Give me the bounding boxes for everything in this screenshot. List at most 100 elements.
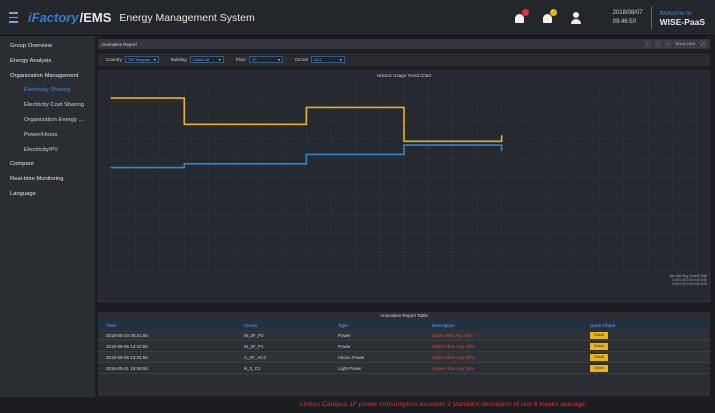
quick-check-button[interactable]: Check (590, 354, 608, 361)
cell-circuit: M_3F_P1 (244, 344, 264, 349)
building-label: Building (170, 57, 187, 62)
column-header[interactable]: Quick Check (590, 323, 616, 328)
divider (650, 7, 652, 29)
filter-bar: Country TW Taoyuan ▾ Building Linkou AI ▾ … (98, 53, 710, 66)
trend-chart-panel: Historic Usage Trend Chart Min Max Avg C… (98, 70, 710, 302)
circuit-label: Circuit (295, 57, 308, 62)
series-point (305, 123, 307, 125)
sidebar-item-energy-analysis[interactable]: Energy Analysis (0, 54, 95, 69)
country-select[interactable]: TW Taoyuan ▾ (124, 56, 159, 63)
sidebar-item-power-hours[interactable]: Power/Hours (0, 128, 95, 143)
series-point (305, 153, 307, 156)
series-point (305, 163, 307, 165)
sidebar-item-real-time-monitoring[interactable]: Real-time Monitoring (0, 172, 95, 187)
stats-line: 0.00 0.00 0.00 0.00 0.00 (672, 282, 707, 286)
cell-time: 2018-06-06 14:44:55 (106, 344, 148, 349)
brand-prefix: iFactory (28, 10, 79, 25)
alarm-bell-icon[interactable] (511, 8, 529, 28)
cell-desc: Higher than Avg 20% (432, 355, 475, 360)
series-point (183, 167, 185, 169)
table-body: 2018-05-10 08:41:55 M_3F_P2 Power Lower tha… (98, 330, 710, 374)
series-point (183, 123, 185, 125)
chart-stats: Min Max Avg Current Total 0.00 0.00 0.00 … (670, 274, 707, 286)
cell-time: 2018-05-01 18:59:55 (106, 366, 148, 371)
circuit-select[interactable]: AC1 ▾ (310, 56, 345, 63)
sidebar-item-organization-energy[interactable]: Organization Energy ... (0, 113, 95, 128)
top-bar: iFactory /EMS Energy Management System 2… (0, 0, 715, 36)
sidebar-item-organization-management[interactable]: Organization Management (0, 69, 95, 84)
panel-title: Anomalies Report (101, 41, 137, 47)
panel-tool-button[interactable]: Show Hide (673, 40, 697, 48)
cell-type: Power (338, 344, 351, 349)
cell-type: Power (338, 333, 351, 338)
table-row: 2018-05-10 08:41:55 M_3F_P2 Power Lower tha… (98, 330, 710, 341)
table-row: 2018-06-06 14:44:55 M_3F_P1 Power Higher th… (98, 341, 710, 352)
series-point (110, 97, 112, 99)
cell-circuit: M_3F_P2 (244, 333, 264, 338)
series-point (501, 135, 503, 137)
host-info: Welcome to WISE-PaaS (660, 10, 705, 26)
cell-desc: Lower than Avg 40% (432, 333, 474, 338)
sidebar-item-electricity-sharing[interactable]: Electricity Sharing (0, 83, 95, 98)
series-point (501, 140, 503, 142)
country-label: Country (106, 57, 122, 62)
building-select[interactable]: Linkou AI ▾ (189, 56, 224, 63)
series-point (501, 150, 503, 152)
sidebar: Group Overview Energy Analysis Organizatio… (0, 36, 95, 413)
table-header: Time Circuit Type Description Quick Check (98, 320, 710, 330)
series-point (305, 106, 307, 109)
table-row: 2018-05-01 18:59:55 N_3_C1 Light Power High… (98, 363, 710, 374)
host-main: WISE-PaaS (659, 17, 705, 27)
cell-type: Aircon Power (338, 355, 365, 360)
brand-logo: iFactory /EMS (28, 10, 111, 25)
alert-message: Linkou Campus 1F power consumption excee… (300, 401, 587, 408)
column-header[interactable]: Type (338, 323, 348, 328)
quick-check-button[interactable]: Check (590, 365, 608, 372)
panel-tool-button[interactable]: ↓ (653, 40, 662, 48)
anomalies-table-panel: Anomalies Report Table Time Circuit Type De… (98, 312, 710, 396)
series-point (183, 163, 185, 165)
cell-desc: Higher than Avg 10% (432, 344, 475, 349)
series-point (403, 106, 405, 109)
panel-tool-button[interactable]: ⤢ (699, 40, 707, 48)
series-point (403, 153, 405, 156)
cell-desc: Higher than Avg 20% (432, 366, 475, 371)
cell-type: Light Power (338, 366, 362, 371)
table-title: Anomalies Report Table (380, 313, 428, 318)
trend-chart (110, 82, 698, 272)
menu-icon[interactable] (2, 0, 24, 36)
date-text: 2018/08/07 (612, 10, 643, 16)
datetime: 2018/08/07 09:46:50 (613, 9, 643, 27)
sidebar-item-group-overview[interactable]: Group Overview (0, 39, 95, 54)
quick-check-button[interactable]: Check (590, 332, 608, 339)
sidebar-item-compare[interactable]: Compare (0, 157, 95, 172)
quick-check-button[interactable]: Check (590, 343, 608, 350)
series-point (183, 97, 185, 99)
floor-select[interactable]: 1F ▾ (249, 56, 284, 63)
time-text: 09:46:50 (612, 19, 636, 25)
user-icon[interactable] (567, 8, 585, 28)
sidebar-item-language[interactable]: Language (0, 187, 95, 202)
panel-toolbar: ↑ ↓ × Show Hide ⤢ (643, 40, 707, 48)
main-content: Anomalies Report ↑ ↓ × Show Hide ⤢ Country T… (95, 36, 715, 397)
cell-circuit: N_3_C1 (244, 366, 261, 371)
floor-label: Floor (235, 57, 247, 62)
panel-title-bar: Anomalies Report ↑ ↓ × Show Hide ⤢ (98, 39, 710, 49)
cell-time: 2018-05-05 13:34:55 (106, 355, 148, 360)
app-window: iFactory /EMS Energy Management System 2… (0, 0, 715, 413)
top-right-tools: 2018/08/07 09:46:50 Welcome to WISE-PaaS (511, 0, 715, 36)
column-header[interactable]: Time (106, 323, 116, 328)
column-header[interactable]: Circuit (244, 323, 257, 328)
brand-suffix: /EMS (79, 10, 112, 25)
status-bar: Linkou Campus 1F power consumption excee… (0, 397, 715, 413)
sidebar-item-electricity-cost-sharing[interactable]: Electricity Cost Sharing (0, 98, 95, 113)
series-point (110, 167, 112, 169)
warning-bell-icon[interactable] (539, 8, 557, 28)
sidebar-item-electricity-pv[interactable]: Electricity/PV (0, 143, 95, 158)
panel-tool-button[interactable]: × (663, 40, 672, 48)
column-header[interactable]: Description (432, 323, 455, 328)
panel-tool-button[interactable]: ↑ (643, 40, 652, 48)
series-point (403, 144, 405, 146)
series-point (403, 140, 405, 142)
cell-time: 2018-05-10 08:41:55 (106, 333, 148, 338)
